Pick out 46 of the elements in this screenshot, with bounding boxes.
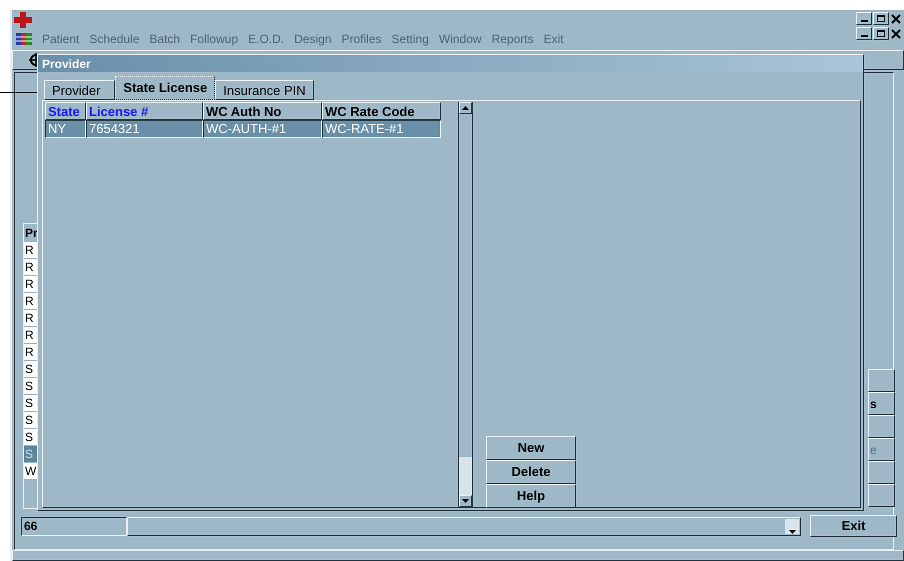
menu-item[interactable]: Followup	[190, 30, 238, 48]
minimize-icon[interactable]	[856, 12, 872, 25]
maximize-icon[interactable]	[873, 12, 889, 25]
side-button[interactable]: s	[868, 392, 895, 415]
list-header: Pr	[24, 225, 39, 242]
menu-item[interactable]: Batch	[149, 30, 180, 48]
scroll-down-icon[interactable]	[459, 495, 472, 507]
close-icon[interactable]	[890, 12, 902, 24]
scroll-thumb[interactable]	[459, 457, 472, 495]
menu-item[interactable]: Design	[294, 30, 332, 48]
table-cell[interactable]: WC-RATE-#1	[322, 120, 441, 138]
scroll-up-icon[interactable]	[459, 102, 472, 114]
table-cell[interactable]: NY	[45, 120, 86, 138]
dialog-title: Provider	[42, 56, 91, 72]
table-cell[interactable]: 7654321	[86, 120, 203, 138]
side-button[interactable]	[868, 461, 895, 484]
menu-item[interactable]: Profiles	[342, 30, 382, 48]
column-header: WC Rate Code	[322, 102, 441, 120]
menu-item[interactable]: E.O.D.	[248, 30, 284, 48]
minimize-icon[interactable]	[856, 27, 872, 40]
menu-item[interactable]: Exit	[544, 30, 564, 48]
table-cell[interactable]: WC-AUTH-#1	[203, 120, 322, 138]
dialog-button[interactable]: New	[486, 436, 576, 460]
menu-item[interactable]: Schedule	[89, 30, 140, 48]
count-field[interactable]: 66	[21, 516, 127, 536]
close-icon[interactable]	[890, 28, 902, 40]
restore-icon[interactable]	[873, 27, 889, 40]
tab[interactable]: Provider	[44, 80, 116, 100]
tab[interactable]: Insurance PIN	[215, 80, 314, 100]
menu-item[interactable]: Patient	[42, 30, 80, 48]
tab[interactable]: State License	[115, 76, 216, 100]
side-button[interactable]	[868, 369, 895, 392]
menu-item[interactable]: Setting	[392, 30, 429, 48]
menu-item[interactable]: Window	[438, 30, 482, 48]
dialog-button[interactable]: Delete	[486, 460, 576, 484]
column-header: WC Auth No	[203, 102, 322, 120]
side-button[interactable]	[868, 484, 895, 507]
cross-logo-icon	[14, 12, 32, 28]
exit-button[interactable]: Exit	[810, 515, 897, 537]
dialog-button[interactable]: Help	[486, 484, 576, 508]
side-button[interactable]	[868, 415, 895, 438]
column-header: State	[45, 102, 86, 120]
menu-item[interactable]: Reports	[492, 30, 534, 48]
scrollbar[interactable]	[458, 102, 473, 507]
column-header: License #	[86, 102, 203, 120]
app-grid-icon	[16, 33, 32, 45]
